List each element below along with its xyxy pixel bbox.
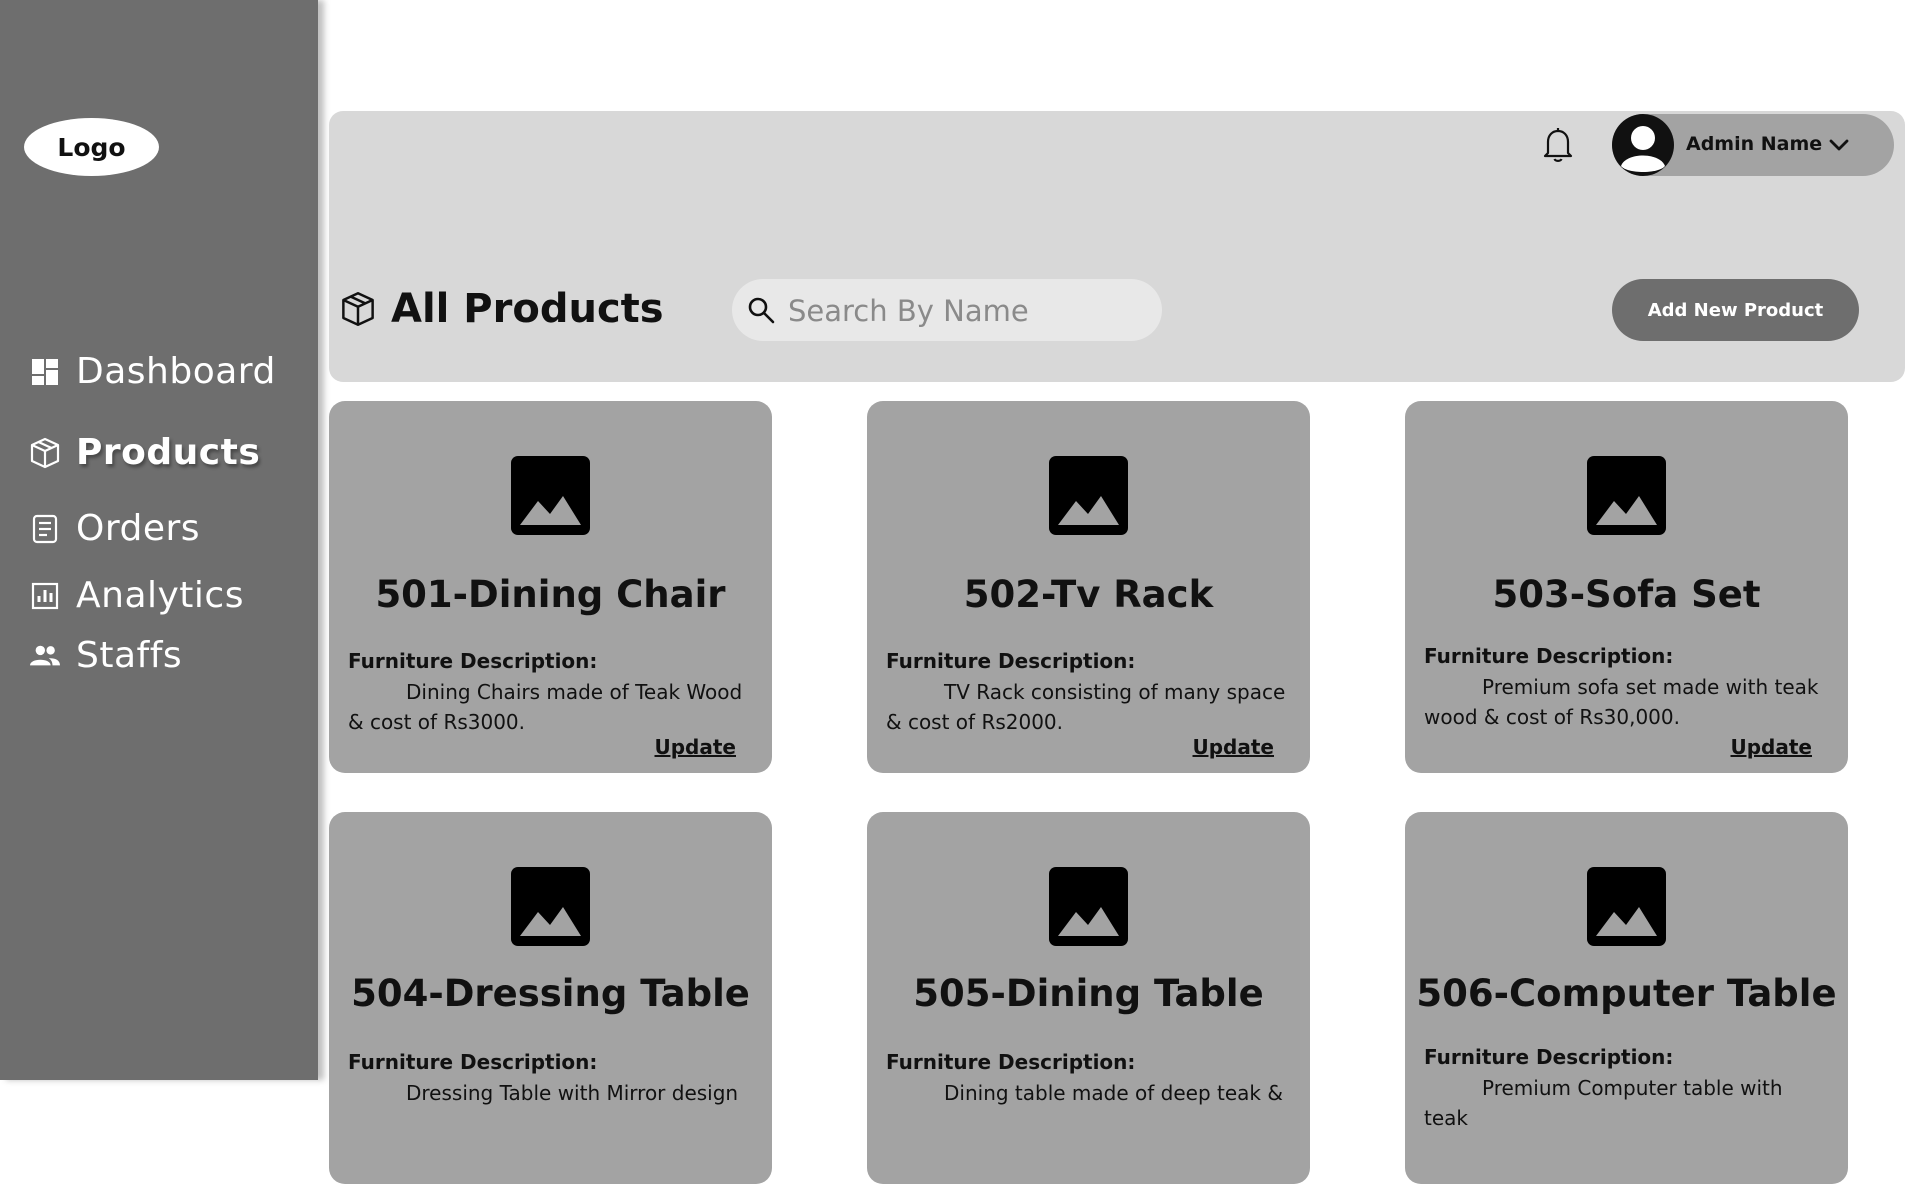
description-label: Furniture Description:: [1424, 1045, 1674, 1069]
product-description: Dressing Table with Mirror design: [406, 1081, 739, 1105]
avatar: [1612, 114, 1674, 176]
admin-name: Admin Name: [1686, 133, 1823, 155]
product-title: 506-Computer Table: [1416, 972, 1837, 1015]
search-input[interactable]: [786, 289, 1150, 333]
product-description: Premium sofa set made with teak wood & c…: [1424, 675, 1819, 729]
orders-icon: [30, 514, 60, 544]
update-link[interactable]: Update: [655, 735, 737, 759]
search-box[interactable]: [732, 279, 1162, 341]
description-label: Furniture Description:: [886, 1050, 1136, 1074]
description-label: Furniture Description:: [348, 649, 598, 673]
image-placeholder-icon: [1587, 867, 1666, 946]
product-description: Premium Computer table with teak: [1424, 1076, 1783, 1130]
product-card: 506-Computer Table Furniture Description…: [1405, 812, 1848, 1184]
product-title: 504-Dressing Table: [351, 972, 750, 1015]
sidebar-item-label: Dashboard: [76, 351, 276, 392]
image-placeholder-icon: [1587, 456, 1666, 535]
sidebar-item-label: Analytics: [76, 575, 244, 616]
box-icon: [30, 437, 60, 468]
sidebar-item-dashboard[interactable]: Dashboard: [30, 351, 276, 392]
sidebar-item-label: Products: [76, 432, 261, 473]
add-product-button[interactable]: Add New Product: [1612, 279, 1859, 341]
product-title: 503-Sofa Set: [1492, 573, 1761, 616]
update-link[interactable]: Update: [1731, 735, 1813, 759]
sidebar-item-orders[interactable]: Orders: [30, 508, 200, 549]
page-title-label: All Products: [391, 286, 664, 332]
product-title: 502-Tv Rack: [963, 573, 1214, 616]
description-label: Furniture Description:: [348, 1050, 598, 1074]
product-description: Dining table made of deep teak &: [944, 1081, 1283, 1105]
sidebar-item-products[interactable]: Products: [30, 432, 260, 473]
product-description: TV Rack consisting of many space & cost …: [886, 680, 1286, 734]
product-card: 501-Dining Chair Furniture Description: …: [329, 401, 772, 773]
staff-icon: [30, 641, 60, 671]
product-title: 501-Dining Chair: [375, 573, 726, 616]
image-placeholder-icon: [511, 867, 590, 946]
product-description: Dining Chairs made of Teak Wood & cost o…: [348, 680, 743, 734]
sidebar-item-label: Orders: [76, 508, 201, 549]
product-card: 505-Dining Table Furniture Description: …: [867, 812, 1310, 1184]
description-label: Furniture Description:: [886, 649, 1136, 673]
user-menu[interactable]: Admin Name: [1612, 114, 1894, 176]
product-card: 502-Tv Rack Furniture Description: TV Ra…: [867, 401, 1310, 773]
page-title: All Products: [341, 286, 664, 332]
box-icon: [341, 291, 377, 327]
chevron-down-icon[interactable]: [1828, 134, 1850, 156]
search-icon: [746, 295, 776, 325]
sidebar: Logo Dashboard Products Orders Analytics…: [0, 0, 318, 1080]
dashboard-icon: [30, 357, 60, 387]
image-placeholder-icon: [511, 456, 590, 535]
sidebar-item-analytics[interactable]: Analytics: [30, 575, 244, 616]
product-card: 503-Sofa Set Furniture Description: Prem…: [1405, 401, 1848, 773]
product-title: 505-Dining Table: [913, 972, 1264, 1015]
update-link[interactable]: Update: [1193, 735, 1275, 759]
sidebar-item-staffs[interactable]: Staffs: [30, 635, 182, 676]
image-placeholder-icon: [1049, 867, 1128, 946]
product-card: 504-Dressing Table Furniture Description…: [329, 812, 772, 1184]
bell-icon[interactable]: [1540, 126, 1576, 164]
analytics-icon: [30, 581, 60, 611]
sidebar-item-label: Staffs: [76, 635, 183, 676]
description-label: Furniture Description:: [1424, 644, 1674, 668]
logo[interactable]: Logo: [24, 118, 159, 176]
image-placeholder-icon: [1049, 456, 1128, 535]
